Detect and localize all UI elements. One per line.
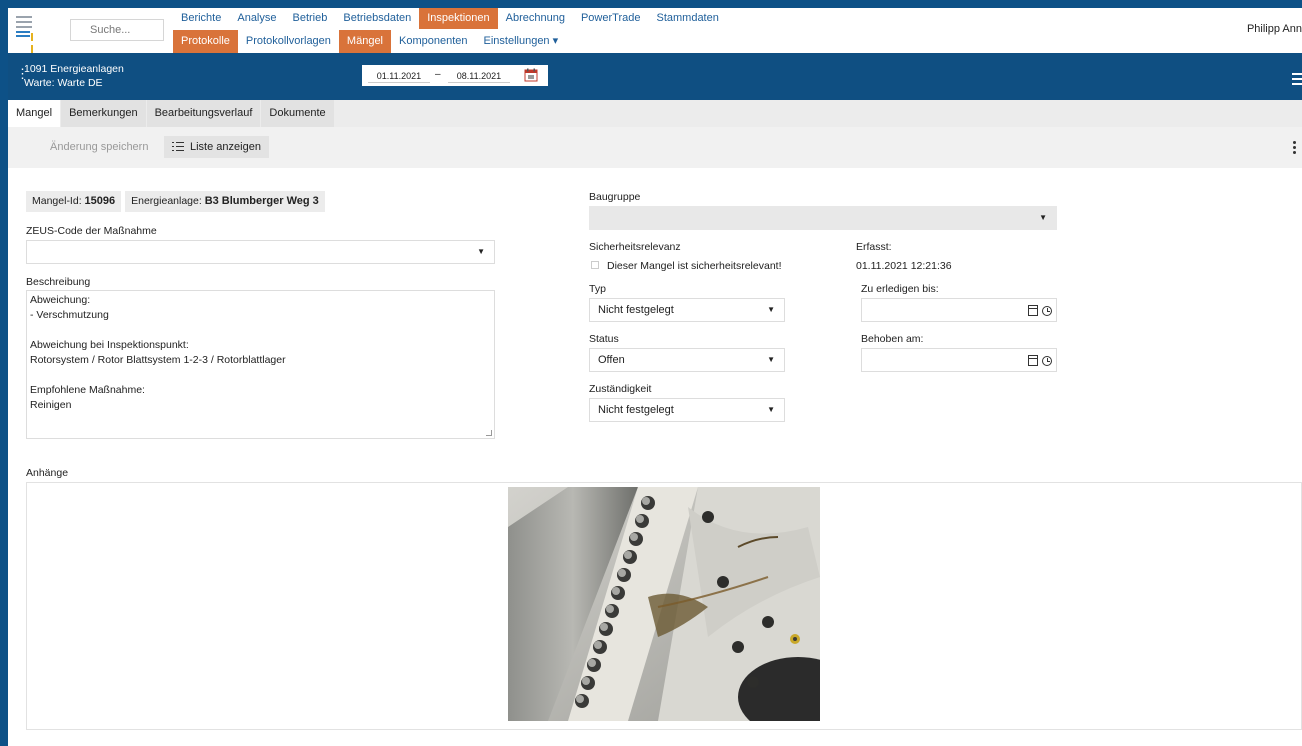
beschreibung-label: Beschreibung [26, 276, 91, 288]
show-list-button[interactable]: Liste anzeigen [164, 136, 269, 158]
checkbox-icon[interactable] [591, 261, 599, 270]
typ-select[interactable]: Nicht festgelegt ▼ [589, 298, 785, 322]
date-to-input[interactable]: 08.11.2021 [448, 71, 510, 83]
photo-illustration [508, 487, 820, 721]
menu-betriebsdaten[interactable]: Betriebsdaten [335, 8, 419, 29]
submenu-komponenten[interactable]: Komponenten [391, 30, 476, 53]
show-list-label: Liste anzeigen [190, 141, 261, 153]
id-info: Mangel-Id: 15096 Energieanlage: B3 Blumb… [26, 191, 329, 212]
zu-erledigen-input[interactable] [861, 298, 1057, 322]
anlage-value: B3 Blumberger Weg 3 [204, 195, 319, 207]
zeus-code-label: ZEUS-Code der Maßnahme [26, 225, 157, 237]
submenu-maengel[interactable]: Mängel [338, 30, 391, 53]
dropdown-caret-icon: ▼ [767, 305, 775, 314]
warte-name: Warte: Warte DE [24, 77, 103, 89]
sicherheitsrelevanz-label: Sicherheitsrelevanz [589, 241, 681, 253]
toolbar: Änderung speichern Liste anzeigen [8, 127, 1302, 168]
save-changes-button[interactable]: Änderung speichern [18, 136, 159, 158]
zeus-code-select[interactable]: ▼ [26, 240, 495, 264]
dropdown-caret-icon: ▼ [767, 355, 775, 364]
user-name[interactable]: Philipp Ann [1247, 23, 1302, 35]
sub-menu: Protokolle Protokollvorlagen Mängel Komp… [173, 30, 566, 53]
attachments-area [26, 482, 1302, 730]
erfasst-value: 01.11.2021 12:21:36 [856, 260, 952, 272]
submenu-einstellungen[interactable]: Einstellungen ▾ [476, 30, 567, 53]
context-bar: ⋮ 1091 Energieanlagen Warte: Warte DE 01… [8, 53, 1302, 100]
calendar-icon[interactable] [524, 68, 538, 82]
resize-handle-icon[interactable] [486, 430, 492, 436]
submenu-protokolle[interactable]: Protokolle [173, 30, 238, 53]
main-menu: Berichte Analyse Betrieb Betriebsdaten I… [173, 8, 727, 29]
tab-dokumente[interactable]: Dokumente [261, 100, 334, 127]
tab-bearbeitungsverlauf[interactable]: Bearbeitungsverlauf [146, 100, 261, 127]
menu-analyse[interactable]: Analyse [229, 8, 284, 29]
mangel-id-value: 15096 [84, 195, 116, 207]
typ-label: Typ [589, 283, 606, 295]
zustaendigkeit-select[interactable]: Nicht festgelegt ▼ [589, 398, 785, 422]
status-select[interactable]: Offen ▼ [589, 348, 785, 372]
dropdown-caret-icon: ▼ [1039, 213, 1047, 222]
dropdown-caret-icon: ▼ [477, 247, 485, 256]
menu-betrieb[interactable]: Betrieb [285, 8, 336, 29]
menu-stammdaten[interactable]: Stammdaten [648, 8, 726, 29]
behoben-input[interactable] [861, 348, 1057, 372]
search-input[interactable]: Suche... [70, 19, 164, 41]
submenu-protokollvorlagen[interactable]: Protokollvorlagen [238, 30, 339, 53]
clock-icon[interactable] [1042, 356, 1052, 366]
menu-powertrade[interactable]: PowerTrade [573, 8, 649, 29]
status-label: Status [589, 333, 619, 345]
app-window: Suche... Berichte Analyse Betrieb Betrie… [8, 8, 1302, 746]
hamburger-menu-icon[interactable] [1292, 73, 1302, 88]
baugruppe-label: Baugruppe [589, 191, 641, 203]
calendar-icon[interactable] [1028, 355, 1038, 366]
menu-abrechnung[interactable]: Abrechnung [498, 8, 573, 29]
tab-mangel[interactable]: Mangel [8, 100, 61, 127]
zustaendigkeit-label: Zuständigkeit [589, 383, 652, 395]
anlage-chip: Energieanlage: B3 Blumberger Weg 3 [125, 191, 325, 212]
erfasst-label: Erfasst: [856, 241, 892, 253]
plant-selector[interactable]: 1091 Energieanlagen Warte: Warte DE [24, 62, 124, 90]
logo-icon[interactable] [16, 14, 36, 65]
detail-tabs: Mangel Bemerkungen Bearbeitungsverlauf D… [8, 100, 1302, 127]
attachment-photo[interactable] [508, 487, 820, 721]
date-separator: – [435, 69, 441, 80]
zu-erledigen-label: Zu erledigen bis: [861, 283, 939, 295]
anhaenge-label: Anhänge [26, 467, 69, 479]
calendar-icon[interactable] [1028, 305, 1038, 316]
date-range: 01.11.2021 – 08.11.2021 [362, 65, 548, 86]
behoben-label: Behoben am: [861, 333, 924, 345]
menu-inspektionen[interactable]: Inspektionen [419, 8, 498, 29]
mangel-id-chip: Mangel-Id: 15096 [26, 191, 122, 212]
date-from-input[interactable]: 01.11.2021 [368, 71, 430, 83]
tab-bemerkungen[interactable]: Bemerkungen [61, 100, 146, 127]
dropdown-caret-icon: ▼ [767, 405, 775, 414]
baugruppe-select[interactable]: ▼ [589, 206, 1057, 230]
more-options-icon[interactable] [1293, 141, 1296, 156]
list-icon [172, 141, 184, 151]
menu-berichte[interactable]: Berichte [173, 8, 229, 29]
beschreibung-textarea[interactable]: Abweichung: - Verschmutzung Abweichung b… [26, 290, 495, 439]
sicherheitsrelevant-checkbox[interactable]: Dieser Mangel ist sicherheitsrelevant! [591, 260, 782, 272]
clock-icon[interactable] [1042, 306, 1052, 316]
top-navigation: Suche... Berichte Analyse Betrieb Betrie… [8, 8, 1302, 65]
plant-name: 1091 Energieanlagen [24, 63, 124, 75]
